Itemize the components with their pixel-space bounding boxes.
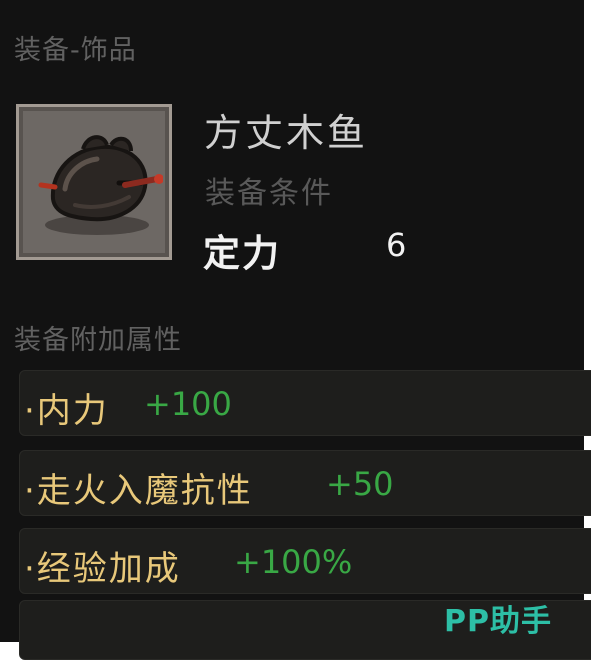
section-title: 装备-饰品 (14, 35, 137, 66)
attribute-name: ·走火入魔抗性 (24, 471, 253, 511)
wooden-fish-icon (38, 135, 163, 235)
attribute-name: ·经验加成 (24, 549, 181, 589)
attribute-value: +100% (234, 543, 353, 581)
attribute-row: ·走火入魔抗性 +50 (19, 450, 591, 516)
item-slot[interactable] (16, 104, 172, 260)
watermark: PP助手 (444, 604, 552, 639)
attribute-value: +50 (326, 465, 394, 503)
attribute-row: ·内力 +100 (19, 370, 591, 436)
attribute-name: ·内力 (24, 391, 109, 431)
attribute-value: +100 (144, 385, 232, 423)
attributes-title: 装备附加属性 (14, 325, 182, 356)
requirement-value: 6 (386, 226, 407, 264)
condition-title: 装备条件 (205, 176, 333, 211)
requirement-label: 定力 (203, 232, 281, 275)
equipment-panel: 装备-饰品 方丈木鱼 装备条件 定力 6 装备附加属性 ·内力 +100 ·走火… (0, 0, 591, 660)
attribute-row: ·经验加成 +100% (19, 528, 591, 594)
item-name: 方丈木鱼 (204, 111, 369, 155)
